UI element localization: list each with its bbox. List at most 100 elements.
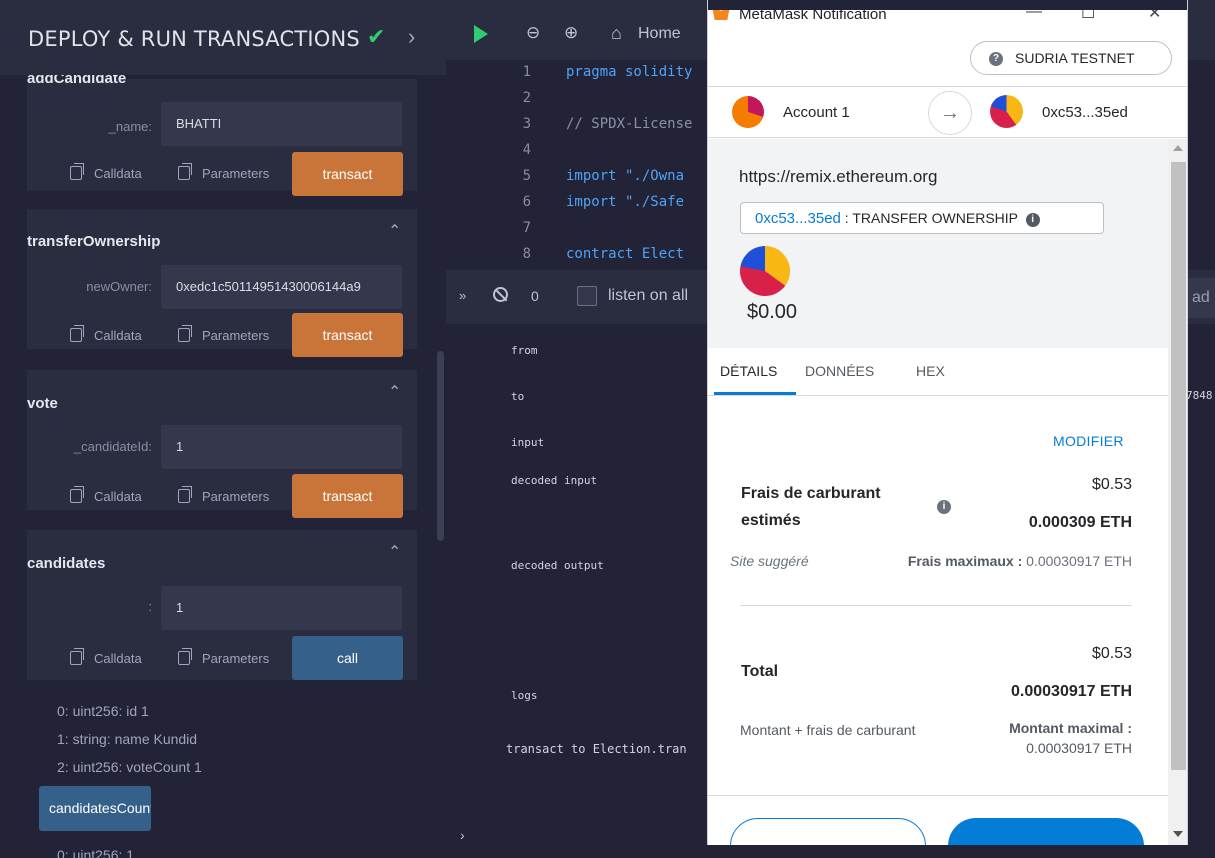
calldata-button[interactable]: Calldata (70, 486, 142, 504)
code-text: // SPDX-License (566, 116, 693, 132)
tab-details[interactable]: DÉTAILS (720, 363, 777, 379)
candidates-index-input[interactable]: 1 (161, 586, 402, 630)
calldata-button[interactable]: Calldata (70, 163, 142, 181)
max-amount-value: 0.00030917 ETH (1026, 740, 1132, 756)
chevron-right-icon[interactable]: › (408, 24, 415, 50)
result-line: 0: uint256: id 1 (57, 703, 149, 719)
parameters-button[interactable]: Parameters (178, 648, 270, 666)
parameters-label: Parameters (202, 651, 270, 666)
fn-title-vote: vote (27, 395, 58, 412)
tx-amount: $0.00 (747, 301, 798, 323)
copy-icon (178, 486, 192, 503)
line-number: 6 (522, 194, 531, 210)
code-text: pragma solidity (566, 64, 693, 80)
copy-icon (178, 648, 192, 665)
tx-key-logs: logs (511, 689, 538, 702)
confirm-button[interactable] (948, 818, 1144, 845)
param-label-candidates: : (148, 599, 152, 614)
zoom-out-icon[interactable]: ⊖ (526, 23, 540, 43)
parameters-button[interactable]: Parameters (178, 486, 270, 504)
candidate-id-input[interactable]: 1 (161, 425, 402, 469)
add-candidate-transact-button[interactable]: transact (292, 152, 403, 196)
collapse-terminal-icon[interactable]: » (459, 288, 466, 303)
pending-tx-count: 0 (531, 288, 539, 304)
total-eth: 0.00030917 ETH (1011, 683, 1132, 700)
home-tab[interactable]: Home (638, 25, 681, 43)
scroll-up-icon[interactable] (1173, 145, 1183, 151)
network-selector[interactable]: ? SUDRIA TESTNET (970, 41, 1172, 75)
scroll-down-icon[interactable] (1173, 831, 1183, 837)
new-owner-input[interactable]: 0xedc1c50114951430006144a9 (161, 265, 402, 309)
code-text: import "./Owna (566, 168, 685, 184)
calldata-label: Calldata (94, 651, 142, 666)
line-number: 4 (522, 142, 531, 158)
deploy-run-panel: DEPLOY & RUN TRANSACTIONS ✔ › addCandida… (0, 0, 446, 858)
max-amount-label: Montant maximal : (1009, 720, 1132, 736)
param-label-new-owner: newOwner: (86, 279, 152, 294)
code-text: contract Elect (566, 246, 685, 262)
copy-icon (70, 325, 84, 342)
edit-gas-button[interactable]: MODIFIER (1053, 433, 1124, 449)
candidates-call-button[interactable]: call (292, 636, 403, 680)
run-play-icon[interactable] (474, 25, 488, 43)
calldata-button[interactable]: Calldata (70, 648, 142, 666)
functions-scroll-area[interactable]: addCandidate _name: BHATTI Calldata Para… (0, 75, 446, 858)
from-account-name[interactable]: Account 1 (783, 104, 850, 121)
copy-icon (70, 648, 84, 665)
line-number: 1 (522, 64, 531, 80)
max-fee: Frais maximaux : 0.00030917 ETH (836, 553, 1132, 569)
request-summary: https://remix.ethereum.org 0xc53...35ed … (708, 139, 1187, 348)
calldata-label: Calldata (94, 489, 142, 504)
fn-title-candidates: candidates (27, 555, 106, 572)
max-fee-value: 0.00030917 ETH (1026, 553, 1132, 569)
info-icon[interactable]: i (937, 500, 951, 514)
total-label: Total (741, 663, 779, 680)
zoom-in-icon[interactable]: ⊕ (564, 23, 578, 43)
details-tabs: DÉTAILS DONNÉES HEX (708, 348, 1168, 396)
screen: DEPLOY & RUN TRANSACTIONS ✔ › addCandida… (0, 0, 1215, 858)
vote-transact-button[interactable]: transact (292, 474, 403, 518)
home-icon[interactable]: ⌂ (611, 23, 622, 44)
result-line: 1: string: name Kundid (57, 731, 198, 747)
max-fee-label: Frais maximaux : (907, 553, 1023, 569)
transfer-ownership-transact-button[interactable]: transact (292, 313, 403, 357)
gas-fee-fiat: $0.53 (1091, 476, 1132, 493)
panel-title: DEPLOY & RUN TRANSACTIONS (28, 27, 360, 51)
popup-scrollbar[interactable] (1168, 139, 1187, 845)
listen-label: listen on all (608, 287, 689, 304)
to-address[interactable]: 0xc53...35ed (1042, 104, 1128, 121)
scroll-thumb[interactable] (1171, 162, 1186, 770)
collapse-caret-icon[interactable]: ⌃ (388, 542, 401, 562)
panel-scrollbar[interactable] (437, 351, 444, 541)
clear-console-icon[interactable] (493, 287, 508, 302)
collapse-caret-icon[interactable]: ⌃ (388, 382, 401, 402)
tx-key-input: input (511, 436, 545, 449)
line-number: 2 (522, 90, 531, 106)
question-icon: ? (989, 52, 1003, 66)
parameters-label: Parameters (202, 489, 270, 504)
reject-button[interactable] (730, 818, 926, 845)
calldata-button[interactable]: Calldata (70, 325, 142, 343)
tx-key-decoded-input: decoded input (511, 474, 598, 487)
calldata-label: Calldata (94, 328, 142, 343)
tx-key-to: to (511, 390, 525, 403)
tab-data[interactable]: DONNÉES (805, 363, 874, 379)
chip-address[interactable]: 0xc53...35ed (755, 210, 841, 227)
line-number: 7 (522, 220, 531, 236)
candidates-count-button[interactable]: candidatesCount (39, 786, 151, 831)
method-chip[interactable]: 0xc53...35ed : TRANSFER OWNERSHIP i (740, 202, 1104, 234)
result-line: 0: uint256: 1 (57, 847, 135, 858)
parameters-button[interactable]: Parameters (178, 163, 270, 181)
collapse-caret-icon[interactable]: ⌃ (388, 221, 401, 241)
contract-avatar (740, 246, 790, 296)
parameters-button[interactable]: Parameters (178, 325, 269, 343)
result-line: 2: uint256: voteCount 1 (57, 759, 202, 775)
tab-hex[interactable]: HEX (916, 363, 945, 379)
listen-checkbox[interactable] (577, 286, 597, 306)
name-input[interactable]: BHATTI (161, 102, 402, 146)
window-top-edge (708, 0, 1187, 10)
parameters-label: Parameters (202, 166, 270, 181)
info-icon[interactable]: i (1025, 213, 1040, 227)
total-fiat: $0.53 (1091, 645, 1132, 662)
log-line: transact to Election.tran (506, 742, 687, 756)
